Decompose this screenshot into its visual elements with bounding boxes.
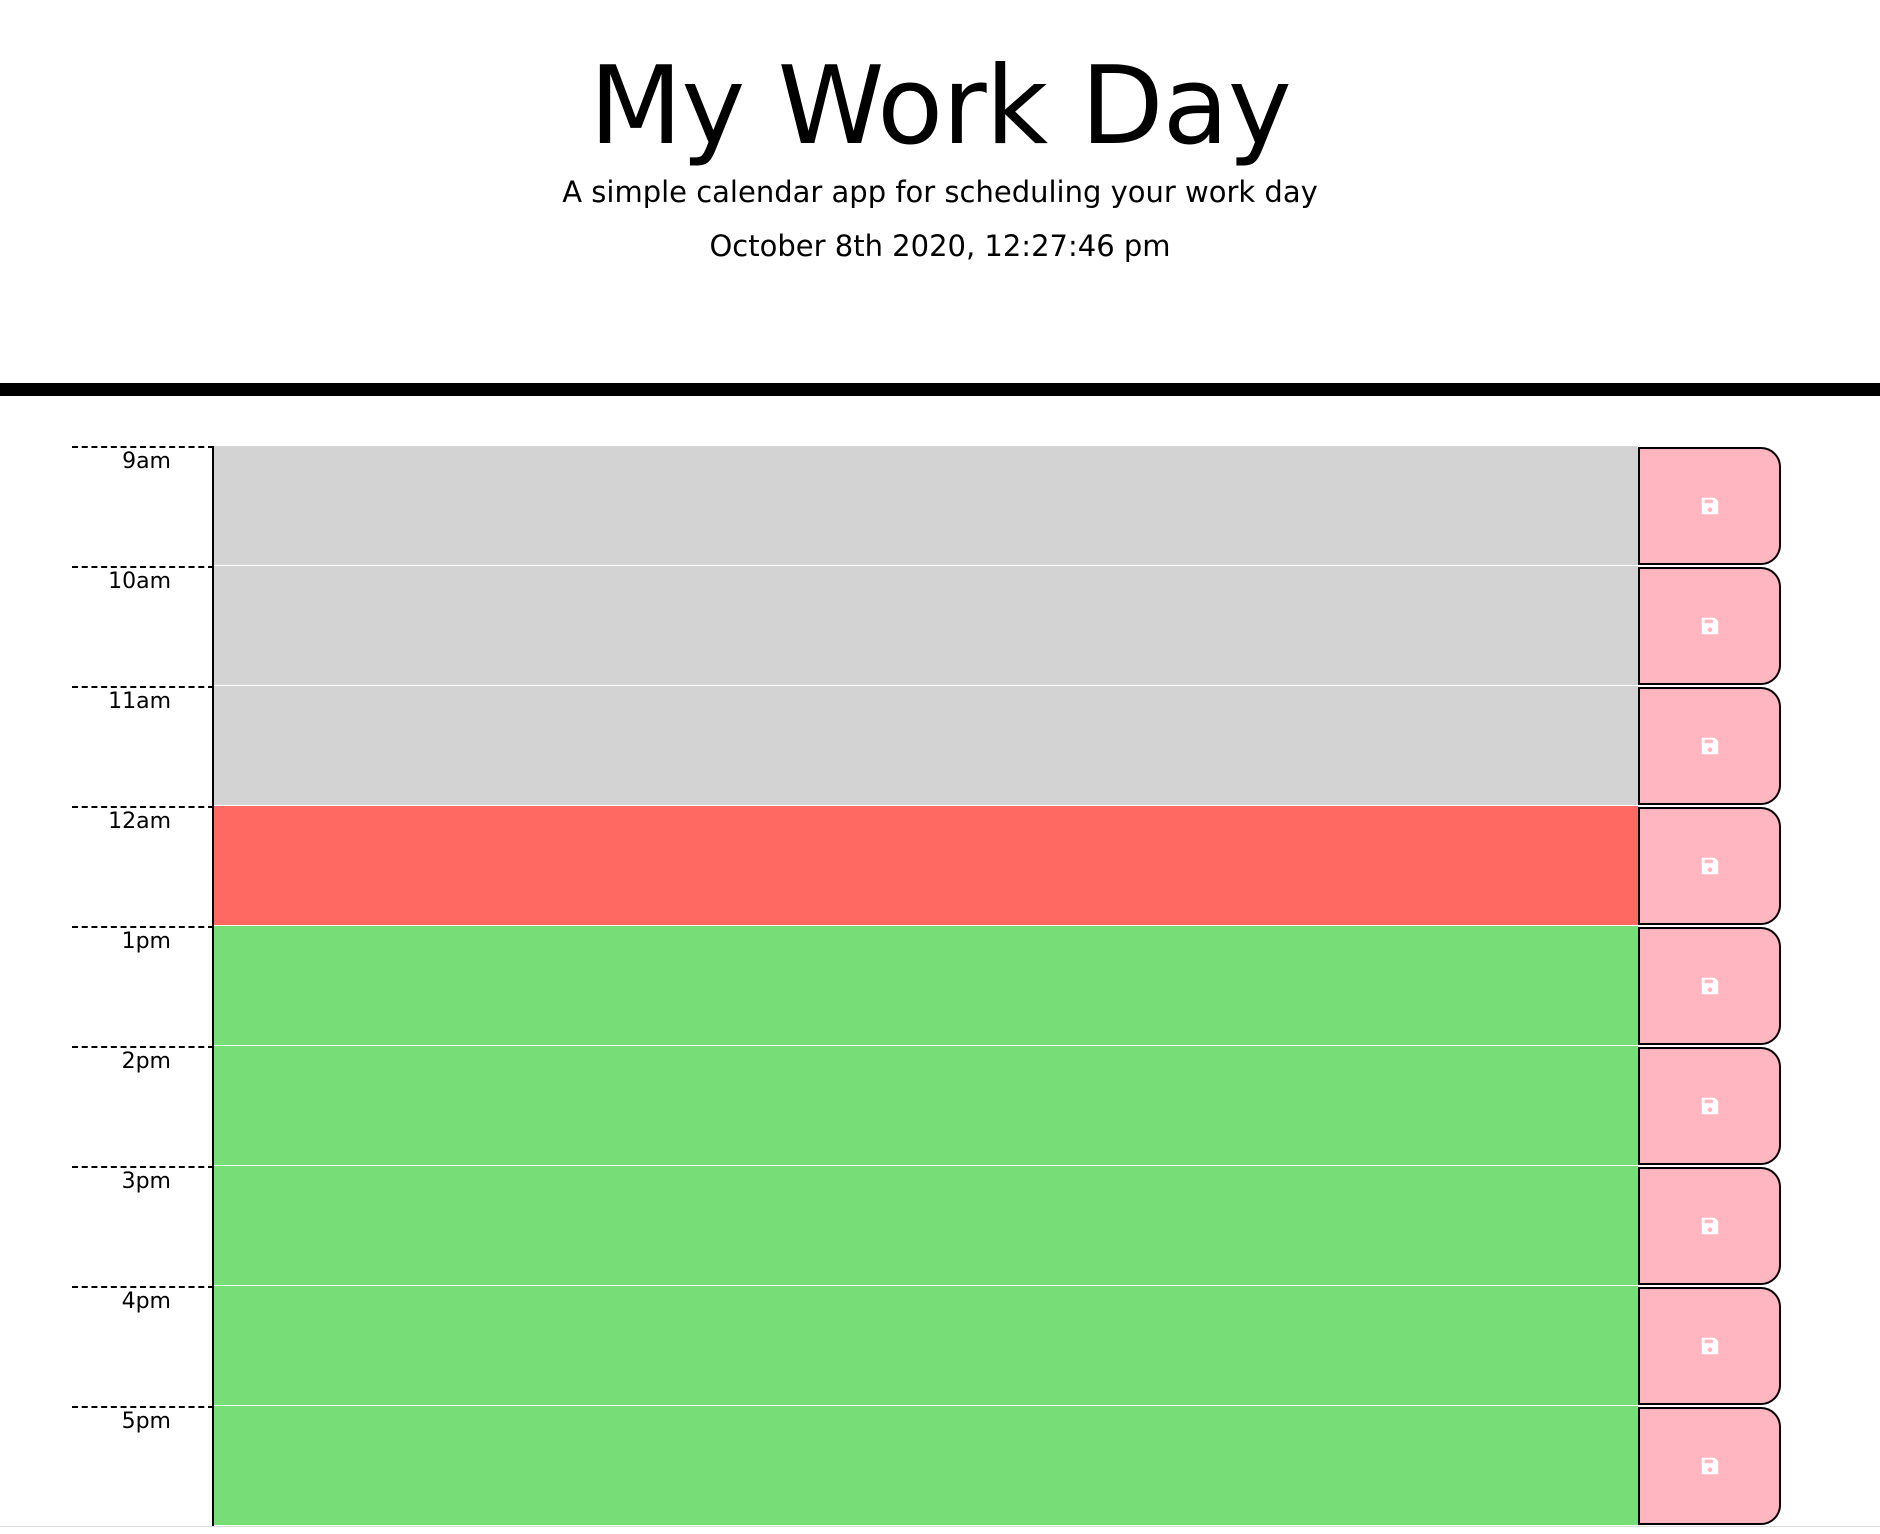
time-block-description[interactable] xyxy=(214,806,1638,926)
time-block: 10am xyxy=(72,566,1781,686)
time-block: 9am xyxy=(72,446,1781,566)
time-block-description[interactable] xyxy=(214,1046,1638,1166)
hour-label-cell: 2pm xyxy=(72,1046,214,1166)
header-divider xyxy=(0,383,1880,396)
floppy-disk-icon xyxy=(1701,1337,1718,1355)
page-bottom-rule xyxy=(0,1526,1880,1527)
floppy-disk-icon xyxy=(1701,617,1718,635)
save-button[interactable] xyxy=(1638,1407,1781,1525)
floppy-disk-icon xyxy=(1701,1457,1718,1475)
time-block-list: 9am 10am 11am 12am 1pm 2pm 3pm 4pm 5pm xyxy=(72,446,1781,1526)
hour-label-cell: 3pm xyxy=(72,1166,214,1286)
time-block: 12am xyxy=(72,806,1781,926)
header: My Work Day A simple calendar app for sc… xyxy=(0,0,1880,383)
floppy-disk-icon xyxy=(1701,497,1718,515)
time-block-description[interactable] xyxy=(214,566,1638,686)
floppy-disk-icon xyxy=(1701,1217,1718,1235)
hour-label: 5pm xyxy=(121,1409,171,1434)
floppy-disk-icon xyxy=(1701,977,1718,995)
save-button[interactable] xyxy=(1638,567,1781,685)
hour-label: 3pm xyxy=(121,1169,171,1194)
hour-label-cell: 10am xyxy=(72,566,214,686)
time-block: 3pm xyxy=(72,1166,1781,1286)
hour-label: 12am xyxy=(108,809,171,834)
time-block: 2pm xyxy=(72,1046,1781,1166)
floppy-disk-icon xyxy=(1701,857,1718,875)
save-button[interactable] xyxy=(1638,927,1781,1045)
time-block: 11am xyxy=(72,686,1781,806)
hour-label: 1pm xyxy=(121,929,171,954)
hour-label: 9am xyxy=(122,449,171,474)
hour-label: 11am xyxy=(108,689,171,714)
floppy-disk-icon xyxy=(1701,1097,1718,1115)
page-subtitle: A simple calendar app for scheduling you… xyxy=(562,175,1318,209)
hour-label-cell: 12am xyxy=(72,806,214,926)
time-block-description[interactable] xyxy=(214,1286,1638,1406)
time-block: 1pm xyxy=(72,926,1781,1046)
save-button[interactable] xyxy=(1638,807,1781,925)
save-button[interactable] xyxy=(1638,1167,1781,1285)
current-date-time: October 8th 2020, 12:27:46 pm xyxy=(709,229,1171,263)
hour-label-cell: 1pm xyxy=(72,926,214,1046)
floppy-disk-icon xyxy=(1701,737,1718,755)
hour-label-cell: 9am xyxy=(72,446,214,566)
hour-label: 4pm xyxy=(121,1289,171,1314)
time-block-description[interactable] xyxy=(214,926,1638,1046)
save-button[interactable] xyxy=(1638,687,1781,805)
hour-label-cell: 11am xyxy=(72,686,214,806)
save-button[interactable] xyxy=(1638,1287,1781,1405)
hour-label: 10am xyxy=(108,569,171,594)
hour-label-cell: 4pm xyxy=(72,1286,214,1406)
time-block-description[interactable] xyxy=(214,1166,1638,1286)
page-title: My Work Day xyxy=(589,44,1292,169)
time-block-description[interactable] xyxy=(214,1406,1638,1526)
hour-label-cell: 5pm xyxy=(72,1406,214,1526)
time-block: 5pm xyxy=(72,1406,1781,1526)
time-block: 4pm xyxy=(72,1286,1781,1406)
hour-label: 2pm xyxy=(121,1049,171,1074)
save-button[interactable] xyxy=(1638,447,1781,565)
save-button[interactable] xyxy=(1638,1047,1781,1165)
time-block-description[interactable] xyxy=(214,686,1638,806)
time-block-description[interactable] xyxy=(214,446,1638,566)
